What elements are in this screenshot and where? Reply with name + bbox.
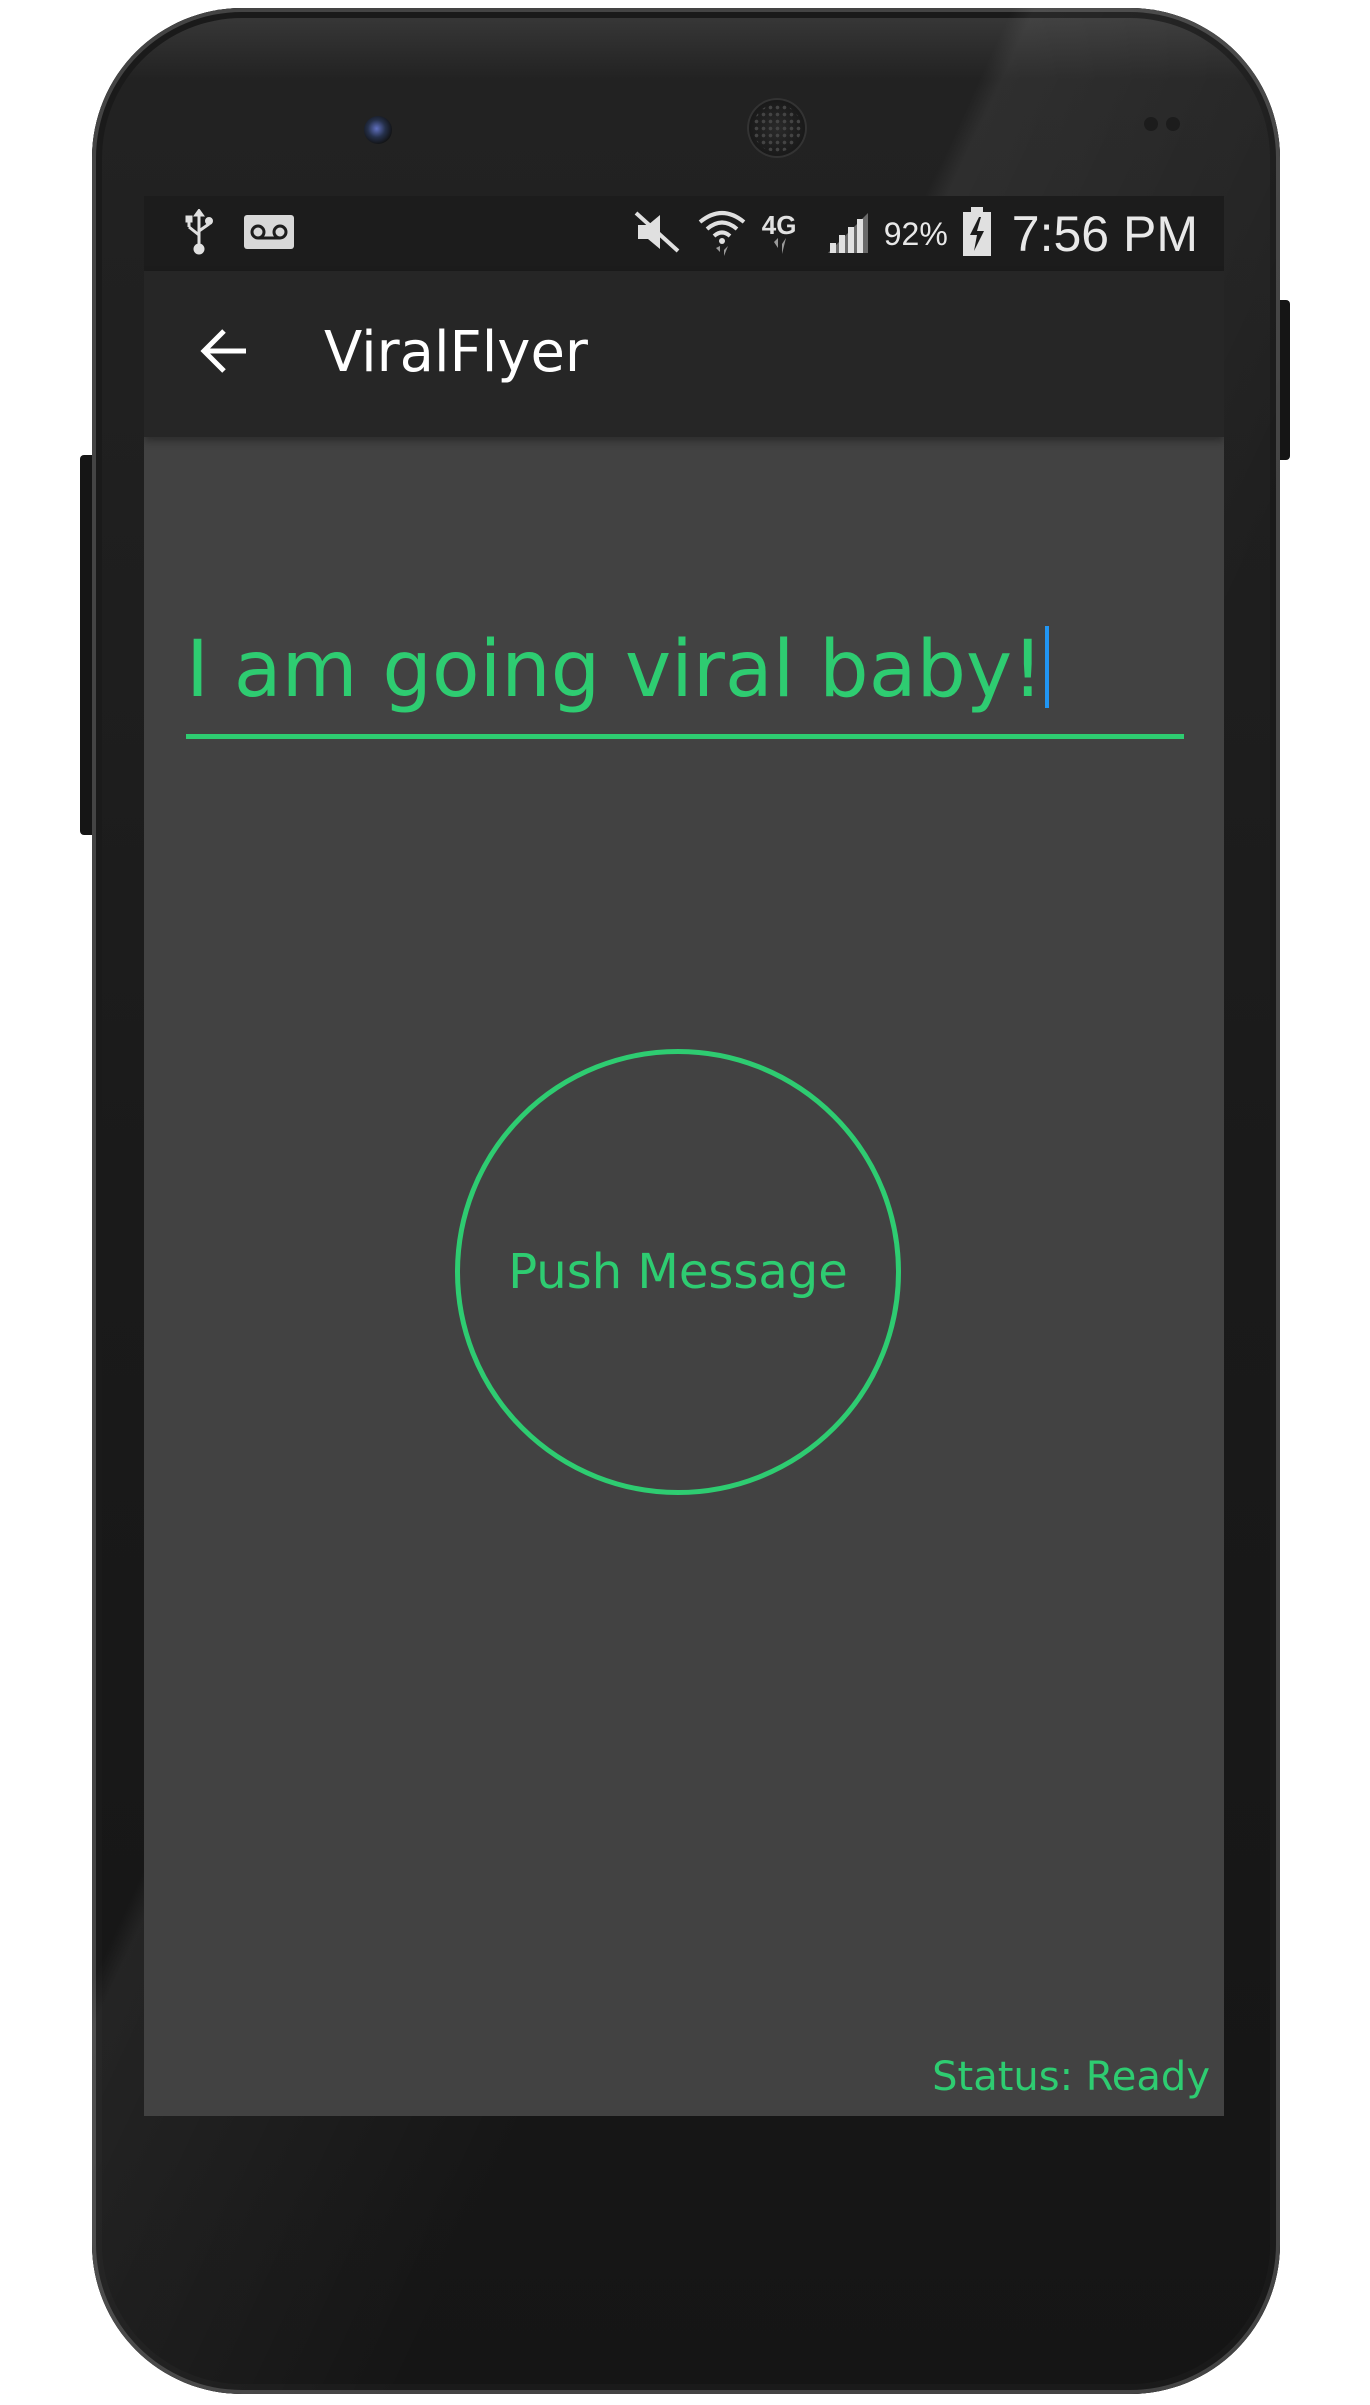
message-input[interactable]: I am going viral baby! <box>186 596 1184 739</box>
signal-icon <box>826 209 870 259</box>
status-text: Status: Ready <box>932 2054 1210 2100</box>
clock: 7:56 PM <box>1011 206 1198 262</box>
push-message-label: Push Message <box>508 1244 848 1300</box>
battery-percent: 92% <box>883 215 948 252</box>
voicemail-icon <box>244 215 294 253</box>
lte-4g-icon: 4G <box>762 208 812 260</box>
push-message-button[interactable]: Push Message <box>455 1049 901 1495</box>
text-caret <box>1045 626 1050 708</box>
back-button[interactable] <box>194 323 254 383</box>
wifi-icon <box>696 206 748 262</box>
status-bar-right: 4G 92% 7:56 PM <box>632 204 1198 264</box>
front-camera <box>364 116 392 144</box>
page: 4G 92% 7:56 PM ViralFlyer I am going vir… <box>0 0 1370 2405</box>
usb-icon <box>184 208 214 259</box>
arrow-back-icon <box>198 325 250 381</box>
app-toolbar: ViralFlyer <box>144 271 1224 437</box>
app-screen: 4G 92% 7:56 PM ViralFlyer I am going vir… <box>144 196 1224 2116</box>
vibrate-mute-icon <box>632 209 682 259</box>
earpiece-speaker <box>747 98 807 158</box>
message-text: I am going viral baby! <box>186 625 1044 715</box>
proximity-sensor <box>1144 116 1188 132</box>
status-bar: 4G 92% 7:56 PM <box>144 196 1224 271</box>
page-title: ViralFlyer <box>324 320 588 385</box>
battery-charging-icon <box>962 207 992 261</box>
message-input-value: I am going viral baby! <box>186 620 1050 734</box>
status-bar-left <box>184 208 294 259</box>
